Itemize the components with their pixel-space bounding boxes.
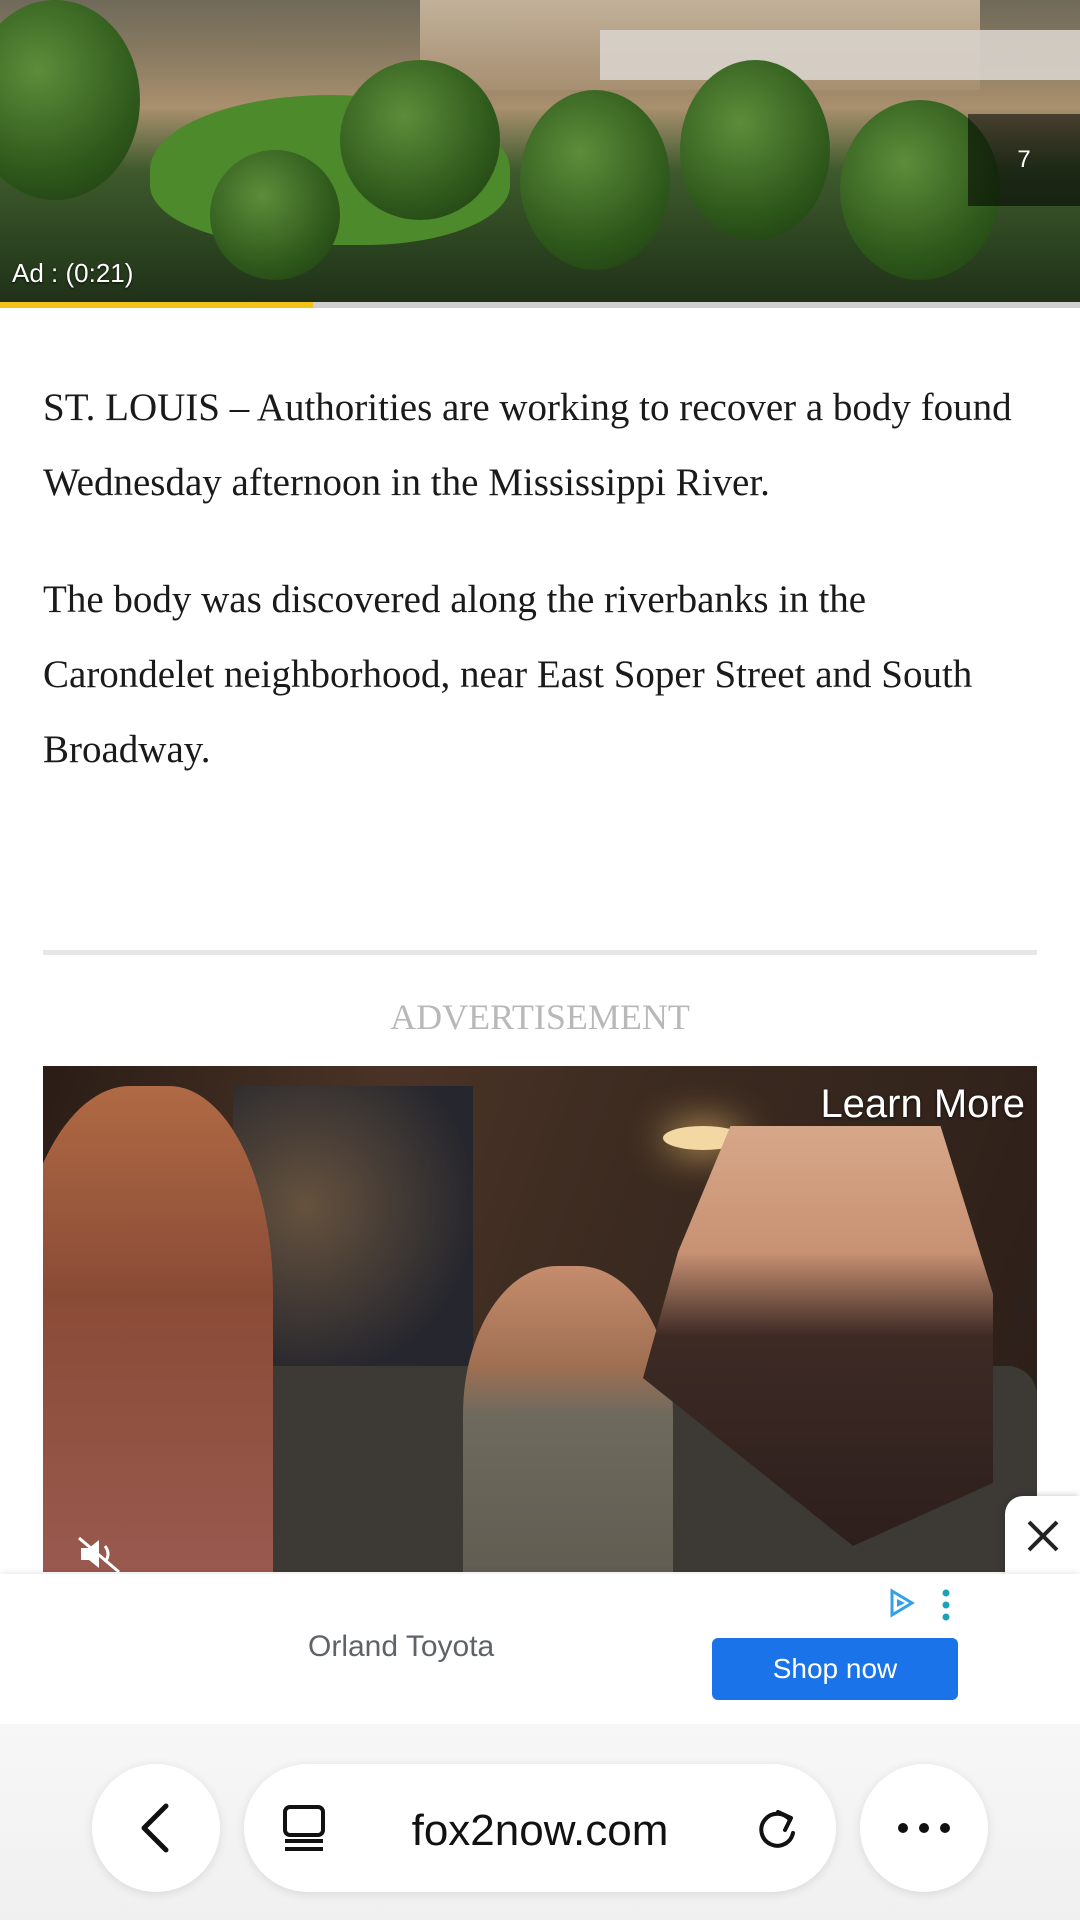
- learn-more-link[interactable]: Learn More: [820, 1082, 1025, 1127]
- more-vertical-icon[interactable]: [936, 1588, 956, 1622]
- article-paragraph: The body was discovered along the riverb…: [43, 578, 973, 771]
- more-horizontal-icon: [898, 1823, 950, 1833]
- close-ad-button[interactable]: [1005, 1496, 1080, 1576]
- close-icon: [1027, 1520, 1058, 1552]
- article-body: ST. LOUIS – Authorities are working to r…: [43, 370, 1043, 829]
- article-paragraph: ST. LOUIS – Authorities are working to r…: [43, 386, 1012, 504]
- video-progress-fill: [0, 302, 314, 308]
- video-frame-tree: [210, 150, 340, 280]
- adchoices-icon[interactable]: [886, 1588, 916, 1618]
- advertiser-name[interactable]: Orland Toyota: [308, 1630, 494, 1664]
- video-frame-roof: [600, 30, 1080, 80]
- chevron-left-icon: [141, 1803, 169, 1853]
- ad-frame-person: [463, 1266, 673, 1572]
- video-frame-tree: [0, 0, 140, 200]
- url-text: fox2now.com: [411, 1806, 669, 1855]
- back-button[interactable]: [92, 1764, 220, 1892]
- video-frame-tree: [680, 60, 830, 240]
- browser-toolbar: fox2now.com: [0, 1724, 1080, 1920]
- shop-now-button[interactable]: Shop now: [712, 1638, 958, 1700]
- ad-countdown-label: Ad : (0:21): [12, 258, 134, 288]
- reload-icon[interactable]: [754, 1806, 800, 1852]
- more-options-button[interactable]: [860, 1764, 988, 1892]
- address-bar[interactable]: fox2now.com: [244, 1764, 836, 1892]
- video-ad-player[interactable]: 7 Ad : (0:21): [0, 0, 1080, 308]
- advertisement-label: ADVERTISEMENT: [390, 997, 690, 1037]
- video-progress-bar: [0, 302, 1080, 308]
- advertisement-video[interactable]: Learn More: [43, 1066, 1037, 1572]
- ad-counter: 7: [968, 114, 1080, 206]
- divider: [43, 950, 1037, 955]
- video-frame-tree: [520, 90, 670, 270]
- sticky-banner-ad[interactable]: Orland Toyota Shop now: [0, 1574, 1080, 1724]
- muted-speaker-icon[interactable]: [75, 1534, 125, 1572]
- video-frame-tree: [340, 60, 500, 220]
- ad-frame-person: [43, 1086, 273, 1572]
